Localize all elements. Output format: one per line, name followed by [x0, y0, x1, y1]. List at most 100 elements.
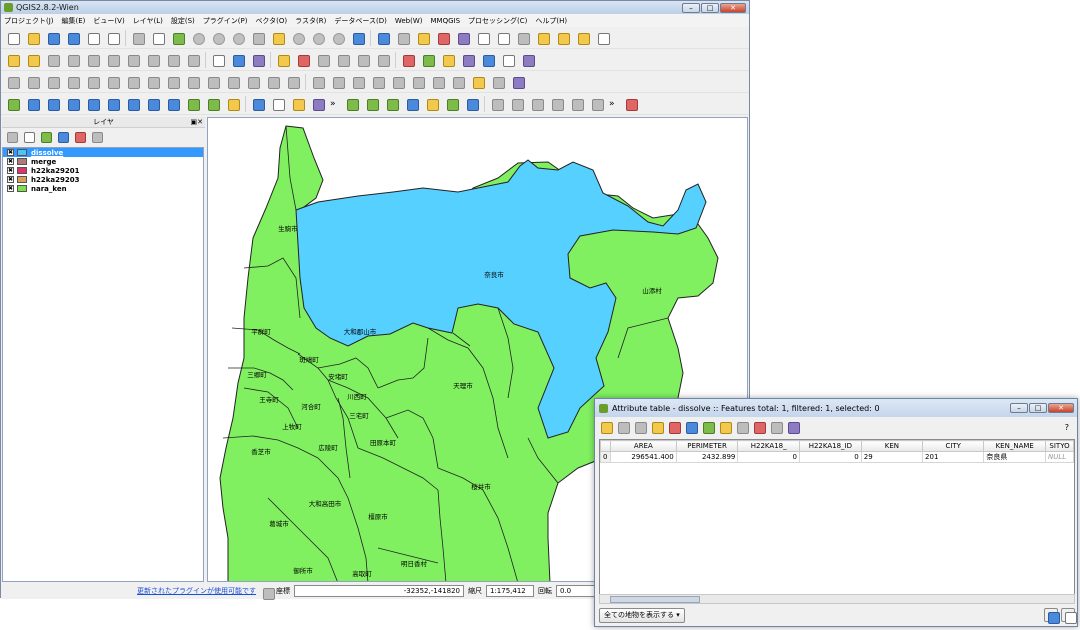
add-raster-layer-icon[interactable]	[25, 96, 41, 112]
add-virtual-layer-icon[interactable]	[225, 96, 241, 112]
table-cell[interactable]: NULL	[1045, 451, 1074, 463]
attr-minimize-button[interactable]: –	[1010, 403, 1028, 413]
deselect-features-icon[interactable]	[435, 30, 451, 46]
georeferencer-icon[interactable]	[400, 52, 416, 68]
table-manager-icon[interactable]	[489, 96, 505, 112]
table-cell[interactable]: 201	[922, 451, 985, 463]
split-parts-icon[interactable]	[225, 74, 241, 90]
expand-all-icon[interactable]	[56, 130, 69, 143]
layer-visibility-checkbox[interactable]: ✖	[7, 185, 14, 192]
menu-vector[interactable]: ベクタ(O)	[255, 16, 287, 26]
add-wms-layer-icon[interactable]	[125, 96, 141, 112]
coordinate-capture-icon[interactable]	[420, 52, 436, 68]
plugin-update-link[interactable]: 更新されたプラグインが使用可能です	[137, 586, 256, 596]
layer-visibility-checkbox[interactable]: ✖	[7, 149, 14, 156]
scrollbar-thumb[interactable]	[610, 596, 700, 603]
raster-extra-icon[interactable]	[430, 74, 446, 90]
pin-labels-icon[interactable]	[295, 52, 311, 68]
menu-processing[interactable]: プロセッシング(C)	[468, 16, 527, 26]
add-vector-layer-icon[interactable]	[5, 96, 21, 112]
merge-attributes-icon[interactable]	[265, 74, 281, 90]
node-tool-icon[interactable]	[105, 52, 121, 68]
table-cell[interactable]: 奈良県	[983, 451, 1047, 463]
layer-visibility-checkbox[interactable]: ✖	[7, 167, 14, 174]
new-project-icon[interactable]	[5, 30, 21, 46]
layer-row-merge[interactable]: ✖ merge	[3, 157, 203, 166]
copy-features-icon[interactable]	[165, 52, 181, 68]
rotate-point-icon[interactable]	[285, 74, 301, 90]
toggle-editing-icon[interactable]	[599, 420, 613, 434]
new-bookmark-icon[interactable]	[555, 30, 571, 46]
delete-ring-icon[interactable]	[145, 74, 161, 90]
python-console-icon[interactable]	[440, 52, 456, 68]
manage-visibility-icon[interactable]	[22, 130, 35, 143]
add-delimited-text-icon[interactable]	[185, 96, 201, 112]
add-oracle-layer-icon[interactable]	[105, 96, 121, 112]
new-shapefile-icon[interactable]	[205, 96, 221, 112]
rotation-field[interactable]: 0.0	[556, 585, 596, 597]
delete-part-icon[interactable]	[165, 74, 181, 90]
unselect-all-icon[interactable]	[667, 420, 681, 434]
table-view-icon[interactable]	[1044, 608, 1060, 624]
toolbar-overflow-2-icon[interactable]: »	[609, 99, 619, 109]
db-manager-icon[interactable]	[404, 96, 420, 112]
zoom-in-icon[interactable]	[190, 30, 206, 46]
scale-combobox[interactable]: 1:175,412	[486, 585, 534, 597]
invert-selection-icon[interactable]	[701, 420, 715, 434]
processing-icon[interactable]	[460, 52, 476, 68]
toggle-editing-icon[interactable]	[25, 52, 41, 68]
menu-settings[interactable]: 設定(S)	[171, 16, 195, 26]
raster-histogram-icon[interactable]	[310, 74, 326, 90]
add-group-icon[interactable]	[5, 130, 18, 143]
openlayers-icon[interactable]	[344, 96, 360, 112]
remove-layer-icon[interactable]	[90, 130, 103, 143]
highlight-tool-icon[interactable]	[470, 74, 486, 90]
spatial-query-icon[interactable]	[444, 96, 460, 112]
layer-visibility-checkbox[interactable]: ✖	[7, 176, 14, 183]
dots-tool-icon[interactable]	[623, 96, 639, 112]
show-hide-labels-icon[interactable]	[315, 52, 331, 68]
save-project-icon[interactable]	[45, 30, 61, 46]
open-attribute-table-icon[interactable]	[475, 30, 491, 46]
pan-to-selection-icon[interactable]	[170, 30, 186, 46]
menu-database[interactable]: データベース(D)	[334, 16, 387, 26]
csw-icon[interactable]	[210, 52, 226, 68]
sum-tool-icon[interactable]	[510, 74, 526, 90]
add-mssql-layer-icon[interactable]	[85, 96, 101, 112]
pan-to-selected-icon[interactable]	[718, 420, 732, 434]
cut-features-icon[interactable]	[145, 52, 161, 68]
form-view-icon[interactable]	[1061, 608, 1077, 624]
menu-view[interactable]: ビュー(V)	[93, 16, 124, 26]
table-merge-icon[interactable]	[529, 96, 545, 112]
table-join-icon[interactable]	[509, 96, 525, 112]
raster-brightness-icon[interactable]	[390, 74, 406, 90]
field-calculator-icon[interactable]	[786, 420, 800, 434]
offset-curve-icon[interactable]	[5, 74, 21, 90]
split-features-icon[interactable]	[205, 74, 221, 90]
menu-edit[interactable]: 編集(E)	[62, 16, 86, 26]
table-cell[interactable]: 2432.899	[675, 451, 739, 463]
row-index[interactable]: 0	[600, 451, 611, 463]
help-contents-icon[interactable]	[250, 96, 266, 112]
minimize-button[interactable]: –	[682, 2, 700, 13]
column-header[interactable]: H22KA18_ID	[799, 440, 862, 452]
merge-features-icon[interactable]	[245, 74, 261, 90]
panel-float-close-buttons[interactable]: ▣✕	[191, 118, 203, 126]
fill-ring-icon[interactable]	[125, 74, 141, 90]
table-sort-icon[interactable]	[589, 96, 605, 112]
statistics-icon[interactable]	[495, 30, 511, 46]
table-import-icon[interactable]	[569, 96, 585, 112]
reshape-features-icon[interactable]	[185, 74, 201, 90]
menu-mmqgis[interactable]: MMQGIS	[431, 17, 461, 25]
raster-contrast-icon[interactable]	[410, 74, 426, 90]
menu-help[interactable]: ヘルプ(H)	[535, 16, 567, 26]
whats-this-icon[interactable]	[270, 96, 286, 112]
redo-icon[interactable]	[45, 74, 61, 90]
filter-legend-icon[interactable]	[39, 130, 52, 143]
text-annotation-icon[interactable]	[595, 30, 611, 46]
collapse-all-icon[interactable]	[73, 130, 86, 143]
move-selection-top-icon[interactable]	[684, 420, 698, 434]
column-header[interactable]: CITY	[922, 440, 985, 452]
identify-features-icon[interactable]	[375, 30, 391, 46]
raster-local-icon[interactable]	[350, 74, 366, 90]
